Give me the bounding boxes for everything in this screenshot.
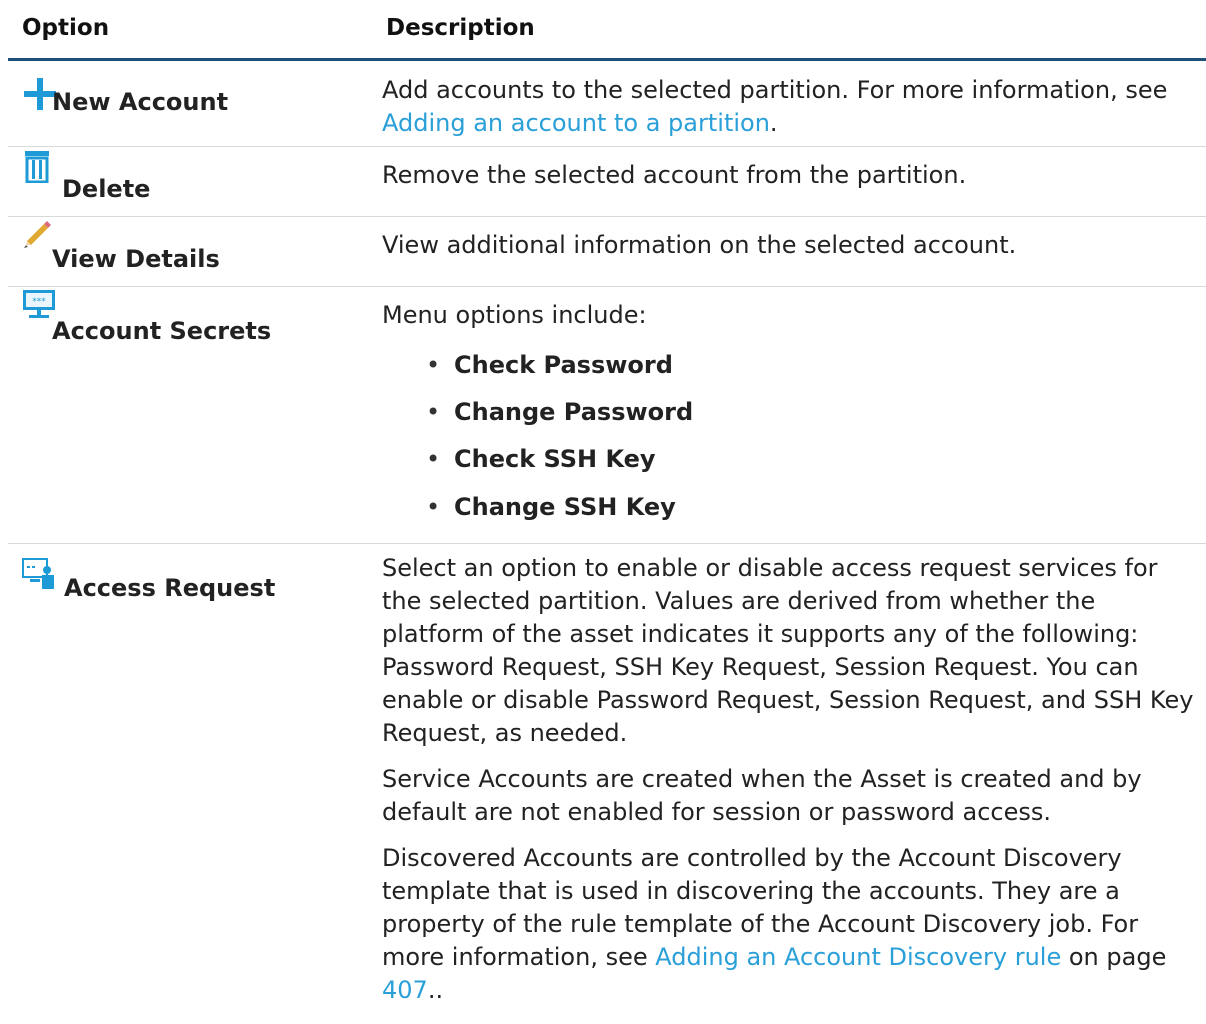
- svg-text:***: ***: [32, 297, 46, 307]
- page-reference-link[interactable]: 407: [382, 976, 428, 1004]
- menu-item-label: Check SSH Key: [454, 445, 656, 473]
- menu-item-label: Change Password: [454, 398, 694, 426]
- pencil-icon[interactable]: [22, 219, 52, 249]
- description-cell: Remove the selected account from the par…: [382, 159, 1202, 192]
- description-paragraph: Select an option to enable or disable ac…: [382, 554, 1194, 747]
- description-cell: Menu options include:: [382, 299, 1202, 332]
- access-request-icon[interactable]: [22, 558, 56, 590]
- table-row-account-secrets: *** Account Secrets Menu options include…: [8, 287, 1206, 544]
- option-label: Account Secrets: [52, 317, 272, 345]
- table-row-new-account: New Account Add accounts to the selected…: [8, 62, 1206, 147]
- description-paragraph: Service Accounts are created when the As…: [382, 765, 1142, 826]
- option-column-header: Option: [22, 15, 110, 41]
- description-cell: View additional information on the selec…: [382, 229, 1202, 262]
- menu-item-label: Check Password: [454, 351, 673, 379]
- list-item: • Change Password: [426, 398, 694, 426]
- description-cell: Select an option to enable or disable ac…: [382, 552, 1202, 1007]
- description-text: Remove the selected account from the par…: [382, 161, 967, 189]
- description-text: Menu options include:: [382, 301, 647, 329]
- option-label: View Details: [52, 245, 220, 273]
- option-label: Access Request: [64, 574, 276, 602]
- monitor-password-icon[interactable]: ***: [22, 289, 56, 319]
- trash-icon[interactable]: [24, 151, 50, 183]
- option-label: New Account: [52, 88, 229, 116]
- adding-account-discovery-rule-link[interactable]: Adding an Account Discovery rule: [655, 943, 1061, 971]
- option-label: Delete: [62, 175, 151, 203]
- table-row-view-details: View Details View additional information…: [8, 217, 1206, 287]
- description-suffix: .: [769, 109, 778, 137]
- table-header: Option Description: [8, 0, 1206, 61]
- list-item: • Check SSH Key: [426, 445, 656, 473]
- description-suffix: ..: [427, 976, 444, 1004]
- list-item: • Change SSH Key: [426, 493, 676, 521]
- table-row-delete: Delete Remove the selected account from …: [8, 147, 1206, 217]
- list-item: • Check Password: [426, 351, 673, 379]
- menu-item-label: Change SSH Key: [454, 493, 676, 521]
- description-column-header: Description: [386, 15, 535, 41]
- description-cell: Add accounts to the selected partition. …: [382, 74, 1202, 140]
- description-text: on page: [1061, 943, 1167, 971]
- description-paragraph: Discovered Accounts are controlled by th…: [382, 842, 1202, 1007]
- table-row-access-request: Access Request Select an option to enabl…: [8, 544, 1206, 1024]
- description-text: View additional information on the selec…: [382, 231, 1017, 259]
- adding-account-link[interactable]: Adding an account to a partition: [382, 109, 770, 137]
- description-text: Add accounts to the selected partition. …: [382, 76, 1168, 104]
